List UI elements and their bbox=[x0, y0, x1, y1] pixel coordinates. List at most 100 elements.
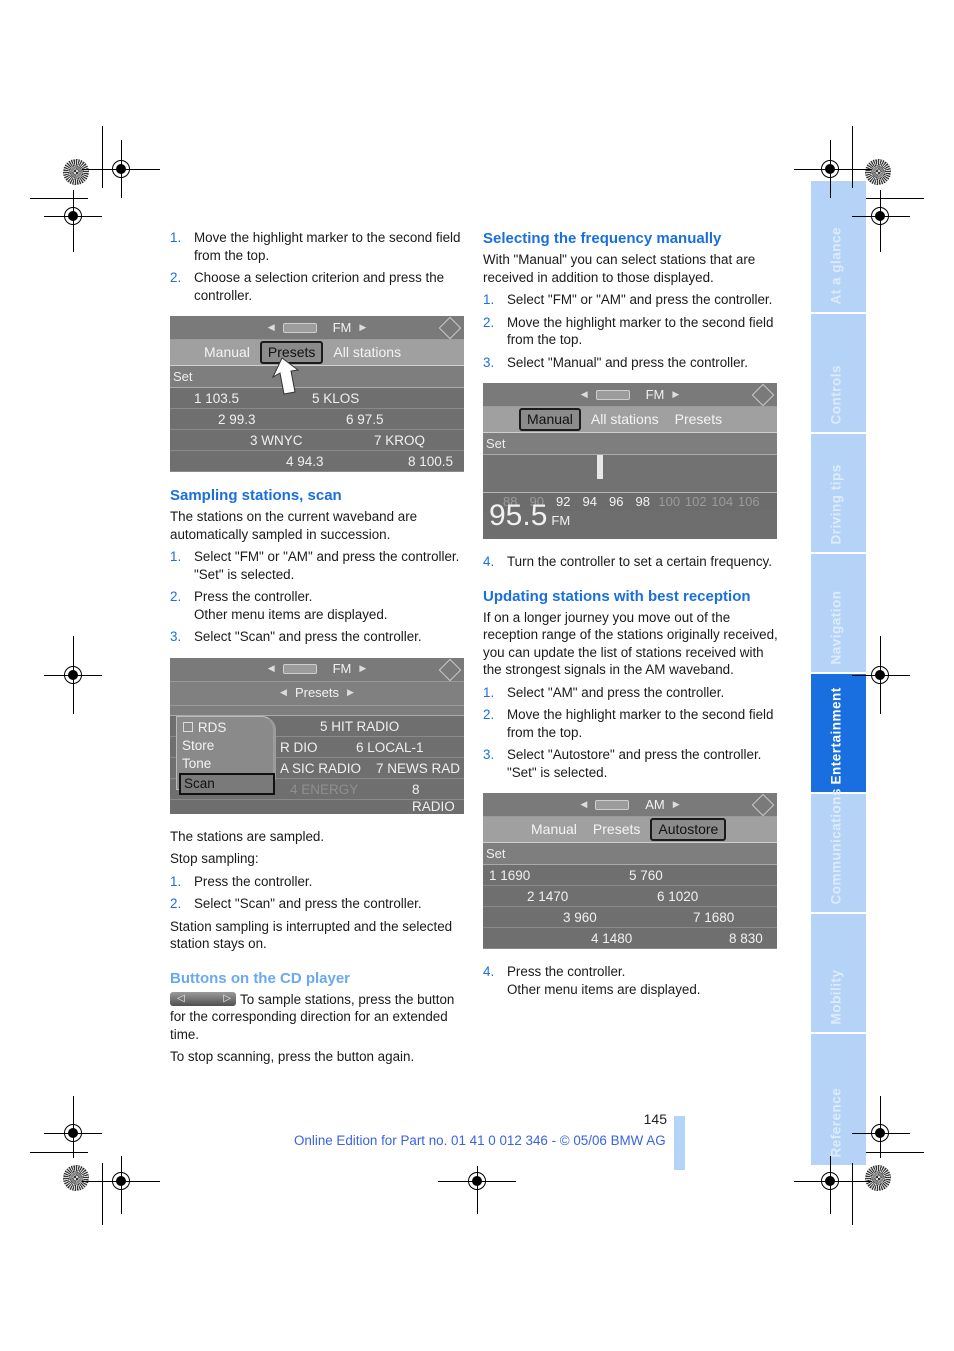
arrow-right-icon: ▶ bbox=[359, 663, 367, 674]
scale-tick-label: 102 bbox=[684, 494, 707, 509]
stop-sampling-label: Stop sampling: bbox=[170, 851, 259, 866]
pointer-arrow-icon bbox=[271, 357, 300, 395]
list-item: 4. Press the controller. Other menu items … bbox=[483, 964, 701, 997]
color-target-icon bbox=[865, 159, 891, 185]
tab-manual[interactable]: Manual bbox=[525, 820, 583, 840]
chapter-tab-mobility[interactable]: Mobility bbox=[811, 914, 866, 1034]
intro-steps: 1. Move the highlight marker to the secon… bbox=[170, 229, 466, 304]
list-item: 1. Select "FM" or "AM" and press the cont… bbox=[483, 292, 773, 307]
controller-compass-icon bbox=[438, 658, 462, 681]
controller-compass-icon bbox=[438, 316, 462, 340]
preset-row[interactable]: 3 WNYC 7 KROQ bbox=[170, 430, 464, 451]
chapter-tab-driving-tips[interactable]: Driving tips bbox=[811, 434, 866, 554]
chapter-tab-communications[interactable]: Communications bbox=[811, 787, 866, 914]
tab-all-stations[interactable]: All stations bbox=[327, 343, 407, 363]
tab-autostore[interactable]: Autostore bbox=[650, 817, 727, 842]
list-item: 1. Select "FM" or "AM" and press the cont… bbox=[170, 549, 460, 582]
preset-row[interactable]: 1 1690 5 760 bbox=[483, 865, 777, 886]
menu-item-rds[interactable]: ☐ RDS bbox=[182, 719, 268, 737]
list-item: 2. Choose a selection criterion and press… bbox=[170, 270, 445, 303]
arrow-right-icon: ▶ bbox=[359, 321, 367, 332]
arrow-right-icon: ▶ bbox=[672, 798, 680, 809]
preset-row[interactable]: 1 103.5 5 KLOS bbox=[170, 388, 464, 409]
tab-presets[interactable]: Presets bbox=[669, 410, 728, 430]
idrive-screen-scan-menu: ◀ FM ▶ ◀ Presets ▶ 5 HIT RADIO R DIO 6 LO… bbox=[170, 657, 464, 814]
set-label[interactable]: Set bbox=[170, 366, 464, 388]
preset-row[interactable]: 4 1480 8 830 bbox=[483, 928, 777, 949]
list-item: 1. Press the controller. bbox=[170, 873, 313, 889]
list-item: 4. Turn the controller to set a certain f… bbox=[483, 554, 772, 569]
current-frequency: 95.5 FM bbox=[489, 499, 571, 532]
radio-chip-icon bbox=[282, 322, 317, 333]
set-label[interactable]: Set bbox=[483, 433, 777, 455]
idrive-screen-manual-tuning: ◀ FM ▶ Manual All stations Presets Set 8… bbox=[483, 383, 777, 539]
tab-manual[interactable]: Manual bbox=[198, 343, 256, 363]
page-number: 145 bbox=[643, 1111, 667, 1127]
arrow-left-icon: ◀ bbox=[580, 798, 588, 809]
chapter-tab-entertainment[interactable]: Entertainment bbox=[811, 674, 866, 794]
tab-presets[interactable]: Presets bbox=[587, 820, 646, 840]
menu-item-scan[interactable]: Scan bbox=[179, 772, 275, 795]
cd-seek-button-icon: ◁ ▷ bbox=[170, 991, 236, 1006]
chapter-tab-navigation[interactable]: Navigation bbox=[811, 554, 866, 674]
tuner-needle[interactable] bbox=[597, 455, 603, 479]
stop-steps: 1. Press the controller. 2. Select "Scan" … bbox=[170, 873, 466, 913]
preset-row[interactable]: 4 94.3 8 100.5 bbox=[170, 451, 464, 472]
submenu-header: ◀ Presets ▶ bbox=[170, 681, 464, 706]
stations-sampled-text: The stations are sampled. bbox=[170, 828, 325, 844]
heading-manual-frequency: Selecting the frequency manually bbox=[483, 230, 722, 247]
radio-chip-icon bbox=[595, 799, 630, 810]
color-target-icon bbox=[63, 159, 89, 185]
heading-sampling: Sampling stations, scan bbox=[170, 487, 342, 504]
band-label: FM bbox=[645, 386, 665, 402]
seek-back-icon: ◁ bbox=[177, 992, 185, 1004]
menu-item-tone[interactable]: Tone bbox=[182, 755, 268, 773]
list-item: 1. Move the highlight marker to the secon… bbox=[170, 230, 461, 263]
list-item: 3. Select "Autostore" and press the contr… bbox=[483, 747, 762, 780]
screen-header: ◀ FM ▶ bbox=[170, 316, 464, 340]
screen-tabs: Manual Presets Autostore bbox=[483, 817, 777, 843]
menu-item-store[interactable]: Store bbox=[182, 737, 268, 755]
band-label: FM bbox=[332, 319, 352, 335]
scale-tick-label: 106 bbox=[737, 494, 760, 509]
screen-tabs: Manual Presets All stations bbox=[170, 340, 464, 366]
seek-forward-icon: ▷ bbox=[223, 992, 231, 1004]
manual-intro: With "Manual" you can select stations th… bbox=[483, 252, 756, 285]
chapter-tab-reference[interactable]: Reference bbox=[811, 1034, 866, 1167]
preset-row[interactable]: 2 1470 6 1020 bbox=[483, 886, 777, 907]
tuner-track[interactable] bbox=[483, 455, 777, 493]
chapter-tab-controls[interactable]: Controls bbox=[811, 314, 866, 434]
arrow-left-icon: ◀ bbox=[267, 321, 275, 332]
color-target-icon bbox=[865, 1165, 891, 1191]
options-popup-menu: ☐ RDS Store Tone Scan bbox=[176, 715, 276, 795]
arrow-left-icon: ◀ bbox=[267, 663, 275, 674]
arrow-left-icon: ◀ bbox=[580, 388, 588, 399]
chapter-tab-at-a-glance[interactable]: At a glance bbox=[811, 181, 866, 314]
stop-scanning-text: To stop scanning, press the button again… bbox=[170, 1049, 415, 1064]
arrow-left-icon: ◀ bbox=[280, 687, 287, 698]
manual-step-4: 4. Turn the controller to set a certain f… bbox=[483, 553, 779, 571]
tab-manual[interactable]: Manual bbox=[519, 407, 581, 432]
preset-row[interactable]: 3 960 7 1680 bbox=[483, 907, 777, 928]
preset-list: 1 103.5 5 KLOS 2 99.3 6 97.5 3 WNYC 7 KROQ … bbox=[170, 388, 464, 472]
controller-compass-icon bbox=[751, 793, 775, 817]
list-item: 2. Select "Scan" and press the controller… bbox=[170, 896, 422, 911]
preset-row[interactable]: 2 99.3 6 97.5 bbox=[170, 409, 464, 430]
screen-header: ◀ FM ▶ bbox=[483, 383, 777, 407]
list-item: 3. Select "Scan" and press the controller… bbox=[170, 629, 422, 644]
list-item: 2. Move the highlight marker to the secon… bbox=[483, 707, 774, 740]
idrive-screen-presets: ◀ FM ▶ Manual Presets All stations Set 1… bbox=[170, 316, 464, 472]
list-item: 3. Select "Manual" and press the controll… bbox=[483, 354, 748, 370]
color-target-icon bbox=[63, 1165, 89, 1191]
scale-tick-label: 98 bbox=[635, 494, 650, 509]
radio-chip-icon bbox=[595, 389, 630, 400]
screen-tabs: Manual All stations Presets bbox=[483, 407, 777, 433]
screen-header: ◀ FM ▶ bbox=[170, 657, 464, 682]
set-label[interactable]: Set bbox=[483, 843, 777, 865]
heading-cd-buttons: Buttons on the CD player bbox=[170, 969, 351, 987]
controller-compass-icon bbox=[751, 383, 775, 407]
left-column: 1. Move the highlight marker to the secon… bbox=[170, 229, 466, 1071]
list-item: 2. Press the controller. Other menu items … bbox=[170, 589, 388, 622]
arrow-right-icon: ▶ bbox=[672, 388, 680, 399]
tab-all-stations[interactable]: All stations bbox=[585, 410, 665, 430]
